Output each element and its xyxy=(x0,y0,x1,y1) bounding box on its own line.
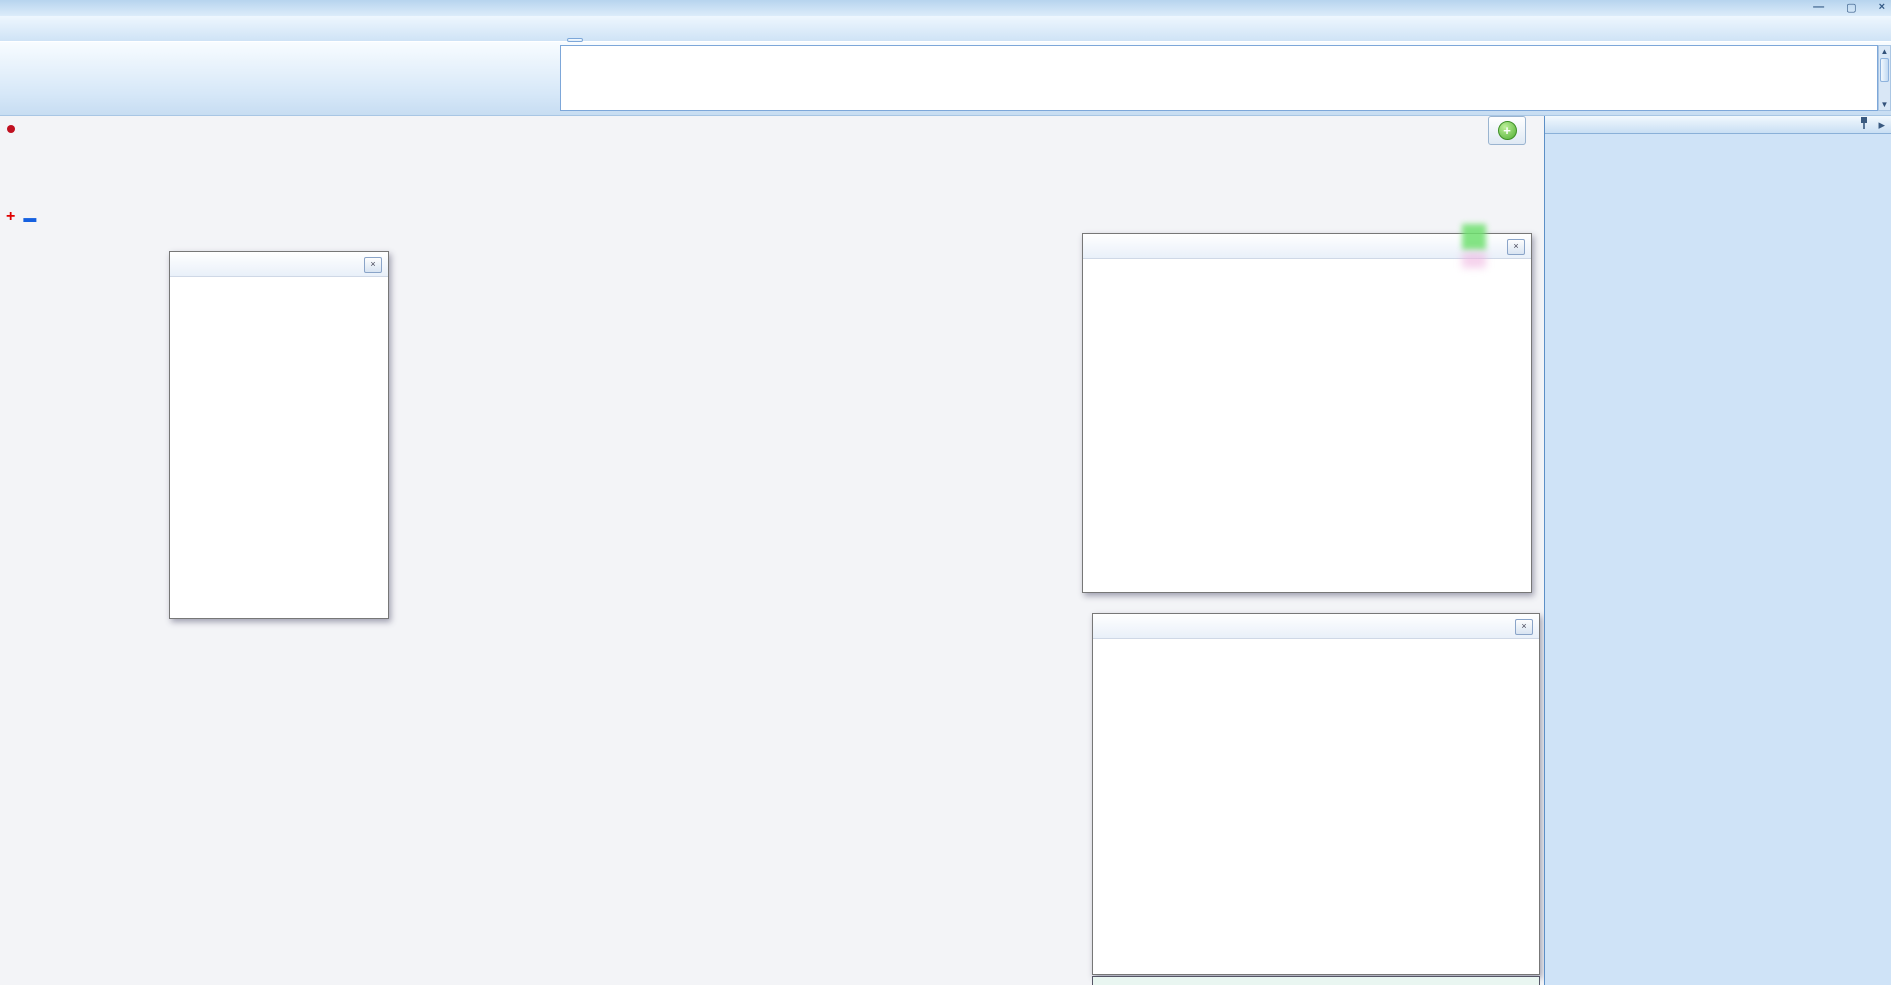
close-icon[interactable]: × xyxy=(364,257,382,273)
plus-icon: + xyxy=(1498,121,1517,140)
pin-icon[interactable] xyxy=(1859,115,1869,136)
panel-title xyxy=(170,252,388,277)
reflectivity-scale: + xyxy=(1440,120,1530,134)
max-wind-panel[interactable]: × xyxy=(1092,613,1540,975)
alarm-groupbox xyxy=(560,45,1878,111)
zoom-in-button[interactable]: + xyxy=(1488,116,1526,145)
maximize-icon[interactable]: ▢ xyxy=(1846,1,1856,14)
rain-accumulation-panel[interactable]: × xyxy=(1082,233,1532,593)
close-window-icon[interactable]: × xyxy=(1879,1,1885,14)
rain-line xyxy=(2,162,40,184)
panel-title xyxy=(1093,614,1539,639)
alarm-group-label xyxy=(567,38,583,42)
application-window: + ▬ + × × × — ▢ × xyxy=(0,0,1891,985)
negative-flash-icon: ▬ xyxy=(23,210,36,225)
alarm-scrollbar[interactable]: ▲ ▼ xyxy=(1878,45,1891,111)
toolbar: ▲ ▼ xyxy=(0,42,1891,116)
map-status-legend: + ▬ xyxy=(2,118,40,228)
wind-line xyxy=(2,184,40,206)
station-rain-panel[interactable]: × xyxy=(169,251,389,619)
clipped-window-footer xyxy=(1092,976,1540,985)
main-menu xyxy=(0,16,1891,42)
close-icon[interactable]: × xyxy=(1507,239,1525,255)
sidebar-header: ▸ xyxy=(1545,115,1891,134)
status-legend-row xyxy=(2,118,40,140)
scale-overflow-pink xyxy=(1462,252,1486,268)
positive-flash-icon: + xyxy=(6,208,15,226)
close-icon[interactable]: × xyxy=(1515,619,1533,635)
lightning-line: + ▬ xyxy=(2,206,40,228)
window-titlebar[interactable]: — ▢ × xyxy=(0,0,1891,17)
time-line xyxy=(2,140,40,162)
minimize-icon[interactable]: — xyxy=(1813,1,1824,14)
chevron-right-icon[interactable]: ▸ xyxy=(1878,115,1885,134)
realtime-monitor-sidebar: ▸ xyxy=(1544,115,1891,985)
missing-dot-icon xyxy=(7,125,15,133)
scale-overflow-green xyxy=(1462,224,1486,250)
